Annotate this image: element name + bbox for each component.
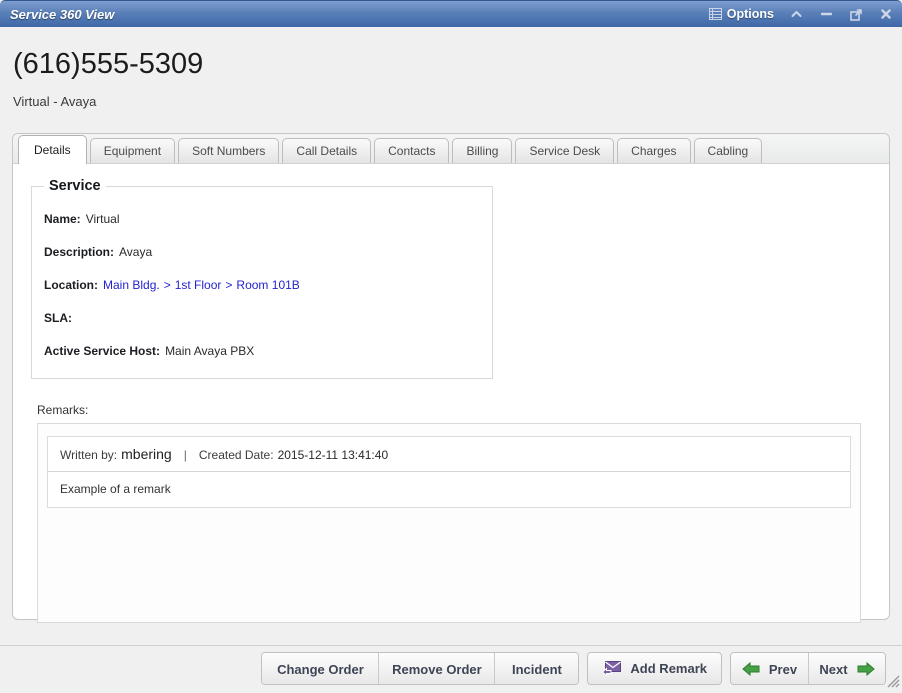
tab-soft-numbers[interactable]: Soft Numbers <box>178 138 279 163</box>
prev-button[interactable]: Prev <box>731 653 808 685</box>
options-button[interactable]: Options <box>709 7 774 21</box>
tab-equipment[interactable]: Equipment <box>90 138 175 163</box>
next-button[interactable]: Next <box>808 653 885 685</box>
location-separator: > <box>164 278 171 292</box>
window-title: Service 360 View <box>10 7 114 22</box>
minus-icon <box>821 12 832 16</box>
location-separator: > <box>225 278 232 292</box>
minimize-button[interactable] <box>818 6 834 22</box>
created-date-label: Created Date: <box>199 448 274 462</box>
details-panel: Details Equipment Soft Numbers Call Deta… <box>12 133 890 620</box>
remark-author: mbering <box>121 446 172 462</box>
options-list-icon <box>709 8 722 20</box>
field-description: Description: Avaya <box>44 245 480 259</box>
name-label: Name: <box>44 212 81 226</box>
service-legend: Service <box>44 178 106 194</box>
tab-cabling[interactable]: Cabling <box>694 138 763 163</box>
tab-contacts[interactable]: Contacts <box>374 138 449 163</box>
tab-content-details: Service Name: Virtual Description: Avaya L… <box>13 164 889 623</box>
remove-order-button[interactable]: Remove Order <box>378 653 494 685</box>
restore-button[interactable] <box>848 6 864 22</box>
remark-text: Example of a remark <box>48 472 850 507</box>
order-button-group: Change Order Remove Order Incident <box>261 652 579 685</box>
service-subtitle: Virtual - Avaya <box>13 94 96 109</box>
location-link-floor[interactable]: 1st Floor <box>175 278 222 292</box>
remarks-section-label: Remarks: <box>37 403 861 417</box>
location-link-room[interactable]: Room 101B <box>236 278 299 292</box>
service-fieldset: Service Name: Virtual Description: Avaya L… <box>31 178 493 379</box>
description-value: Avaya <box>119 245 152 259</box>
close-button[interactable] <box>878 6 894 22</box>
options-label: Options <box>727 7 774 21</box>
titlebar: Service 360 View Options <box>0 0 902 27</box>
prev-next-button-group: Prev Next <box>730 652 886 685</box>
field-sla: SLA: <box>44 311 480 325</box>
tab-details[interactable]: Details <box>18 135 87 164</box>
chevron-up-icon <box>791 10 802 18</box>
location-label: Location: <box>44 278 98 292</box>
field-location: Location:Main Bldg.>1st Floor>Room 101B <box>44 278 480 292</box>
phone-number-heading: (616)555-5309 <box>13 47 203 81</box>
bottom-toolbar: Change Order Remove Order Incident Add R… <box>0 645 902 690</box>
tab-service-desk[interactable]: Service Desk <box>515 138 614 163</box>
change-order-button[interactable]: Change Order <box>262 653 378 685</box>
written-by-label: Written by: <box>60 448 117 462</box>
host-value: Main Avaya PBX <box>165 344 254 358</box>
tab-charges[interactable]: Charges <box>617 138 690 163</box>
popout-icon <box>850 8 863 21</box>
resize-handle[interactable] <box>886 674 900 688</box>
host-label: Active Service Host: <box>44 344 160 358</box>
add-remark-label: Add Remark <box>630 661 707 676</box>
titlebar-controls: Options <box>709 6 894 22</box>
arrow-right-icon <box>857 662 875 676</box>
remark-header: Written by: mbering | Created Date: 2015… <box>48 437 850 472</box>
name-value: Virtual <box>86 212 120 226</box>
remark-item: Written by: mbering | Created Date: 2015… <box>47 436 851 508</box>
field-name: Name: Virtual <box>44 212 480 226</box>
envelope-reply-icon <box>602 660 622 676</box>
tab-strip: Details Equipment Soft Numbers Call Deta… <box>13 134 889 164</box>
incident-button[interactable]: Incident <box>494 653 578 685</box>
description-label: Description: <box>44 245 114 259</box>
sla-label: SLA: <box>44 311 72 325</box>
tab-call-details[interactable]: Call Details <box>282 138 371 163</box>
field-active-service-host: Active Service Host: Main Avaya PBX <box>44 344 480 358</box>
location-link-building[interactable]: Main Bldg. <box>103 278 160 292</box>
tab-billing[interactable]: Billing <box>452 138 512 163</box>
close-icon <box>881 9 891 19</box>
collapse-button[interactable] <box>788 6 804 22</box>
remark-created-date: 2015-12-11 13:41:40 <box>278 448 389 462</box>
remark-header-divider: | <box>184 448 187 462</box>
arrow-left-icon <box>742 662 760 676</box>
add-remark-button[interactable]: Add Remark <box>587 652 722 685</box>
next-label: Next <box>819 662 847 677</box>
remarks-list: Written by: mbering | Created Date: 2015… <box>37 423 861 623</box>
prev-label: Prev <box>769 662 797 677</box>
